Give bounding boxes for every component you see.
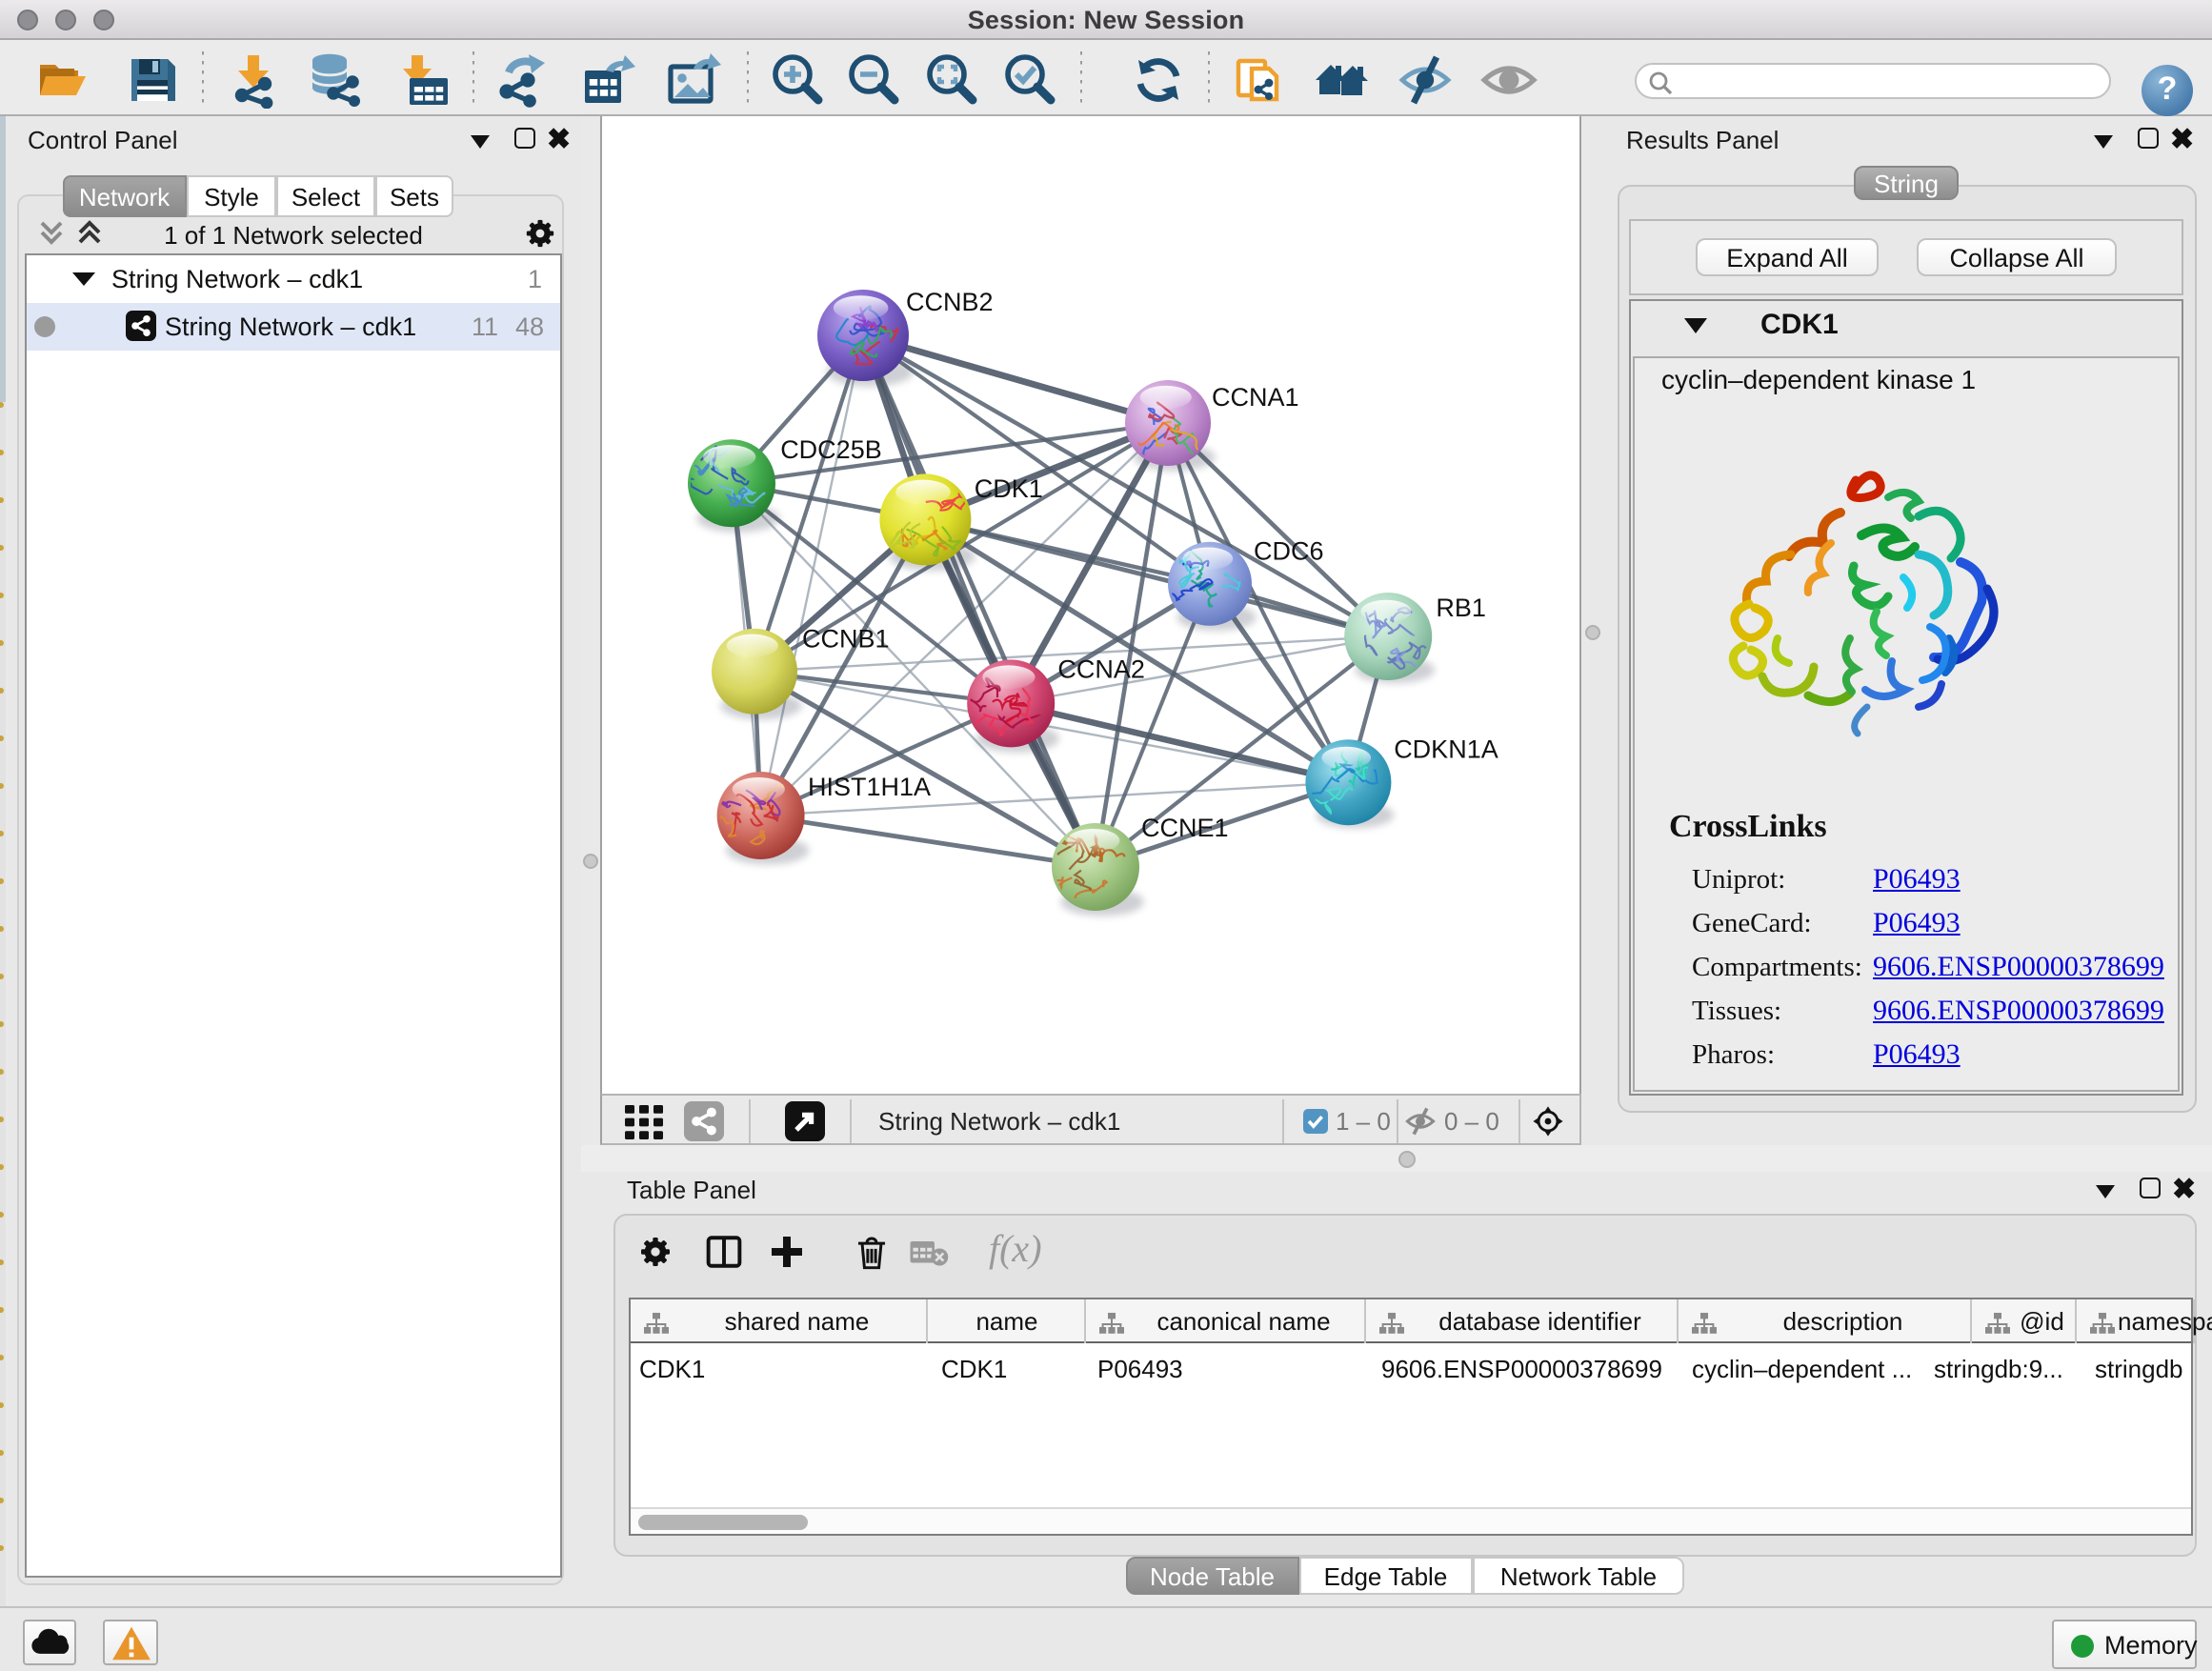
svg-text:CDKN1A: CDKN1A [1394,735,1498,763]
svg-text:CCNE1: CCNE1 [1141,814,1229,842]
svg-text:HIST1H1A: HIST1H1A [808,773,931,801]
svg-text:CCNA2: CCNA2 [1057,654,1145,683]
svg-text:CCNB2: CCNB2 [906,288,994,316]
svg-text:CCNB1: CCNB1 [802,624,890,653]
svg-text:CDC6: CDC6 [1254,536,1324,565]
svg-text:CDK1: CDK1 [975,474,1043,503]
svg-text:CCNA1: CCNA1 [1212,383,1299,412]
svg-text:CDC25B: CDC25B [780,435,882,464]
svg-text:RB1: RB1 [1436,594,1486,622]
